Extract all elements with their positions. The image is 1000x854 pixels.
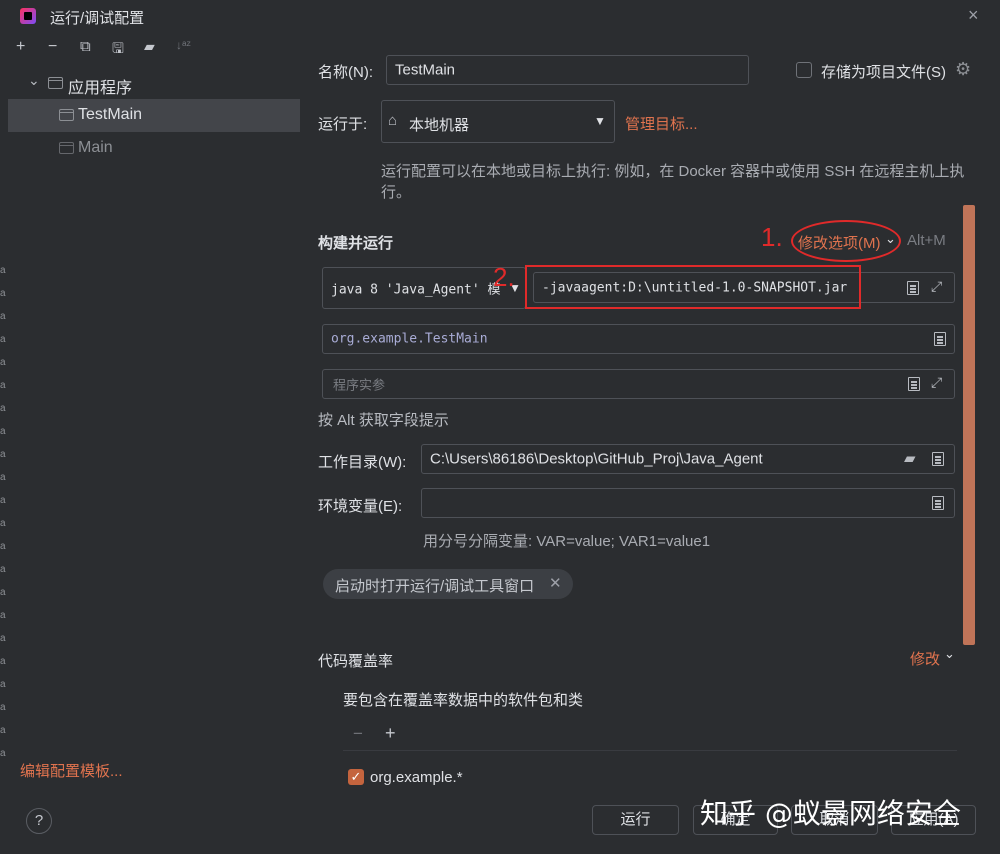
chevron-down-icon[interactable]: ⌄ (28, 72, 40, 89)
annotation-ellipse (791, 220, 901, 262)
edge-letter: a (0, 403, 6, 414)
copy-icon[interactable]: ⧉ (80, 38, 91, 55)
coverage-toolbar: − + (343, 718, 957, 751)
edge-letter: a (0, 564, 6, 575)
run-on-hint: 运行配置可以在本地或目标上执行: 例如，在 Docker 容器中或使用 SSH … (381, 163, 965, 201)
env-label: 环境变量(E): (318, 498, 403, 515)
edge-letter: a (0, 610, 6, 621)
name-field[interactable]: TestMain (386, 55, 749, 85)
coverage-subtitle: 要包含在覆盖率数据中的软件包和类 (343, 692, 584, 709)
run-config-icon (59, 142, 74, 154)
chip-label: 启动时打开运行/调试工具窗口 (335, 578, 535, 595)
home-icon: ⌂ (388, 112, 398, 129)
env-field[interactable] (421, 488, 955, 518)
document-icon[interactable] (907, 281, 919, 295)
remove-icon[interactable]: − (353, 724, 363, 744)
document-icon[interactable] (908, 377, 920, 391)
run-config-icon (59, 109, 74, 121)
edge-letter: a (0, 702, 6, 713)
alt-hint: 按 Alt 获取字段提示 (318, 412, 449, 429)
intellij-logo-icon (20, 8, 36, 24)
workdir-value: C:\Users\86186\Desktop\GitHub_Proj\Java_… (430, 450, 763, 468)
tree-item-label: TestMain (78, 106, 143, 123)
document-icon[interactable] (934, 332, 946, 346)
save-icon[interactable]: 🖫 (112, 38, 124, 62)
help-button[interactable]: ? (26, 808, 52, 834)
main-class-value: org.example.TestMain (331, 331, 488, 347)
coverage-modify-link[interactable]: 修改 (910, 648, 940, 669)
title-bar: 运行/调试配置 × (0, 0, 1000, 34)
expand-icon[interactable]: ⤢ (931, 374, 942, 391)
window-title: 运行/调试配置 (50, 10, 145, 27)
edge-letter: a (0, 311, 6, 322)
store-as-project-label: 存储为项目文件(S) (821, 64, 946, 81)
folder-icon[interactable]: ▰ (144, 38, 155, 55)
program-args-placeholder: 程序实参 (333, 378, 386, 394)
store-as-project-checkbox[interactable] (796, 62, 812, 78)
coverage-item-label: org.example.* (370, 769, 463, 786)
edge-letter: a (0, 541, 6, 552)
watermark: 知乎 @蚁景网络安全 (700, 797, 961, 830)
main-class-field[interactable]: org.example.TestMain (322, 324, 955, 354)
expand-icon[interactable]: ⤢ (931, 278, 942, 295)
name-label: 名称(N): (318, 64, 373, 81)
edge-letter: a (0, 288, 6, 299)
edge-letter: a (0, 679, 6, 690)
add-icon[interactable]: + (16, 38, 25, 56)
run-button[interactable]: 运行 (592, 805, 679, 835)
document-icon[interactable] (932, 452, 944, 466)
remove-chip-icon[interactable]: ✕ (549, 574, 562, 592)
edge-letter: a (0, 380, 6, 391)
gear-icon[interactable]: ⚙ (955, 59, 971, 80)
workdir-label: 工作目录(W): (318, 454, 407, 471)
modify-options-shortcut: Alt+M (907, 232, 946, 249)
build-run-heading: 构建并运行 (318, 235, 394, 252)
name-field-value: TestMain (395, 61, 456, 79)
coverage-heading: 代码覆盖率 (318, 653, 394, 670)
application-icon (48, 77, 63, 89)
edge-letter: a (0, 725, 6, 736)
run-on-value: 本地机器 (409, 117, 470, 134)
add-icon[interactable]: + (385, 723, 396, 744)
tree-item-label: Main (78, 139, 113, 156)
edge-letter: a (0, 518, 6, 529)
workdir-field[interactable]: C:\Users\86186\Desktop\GitHub_Proj\Java_… (421, 444, 955, 474)
edge-letter: a (0, 495, 6, 506)
tree-group-label: 应用程序 (68, 80, 133, 97)
annotation-number-one: 1. (761, 222, 783, 252)
edge-letter: a (0, 587, 6, 598)
tree-item-main[interactable]: Main (8, 132, 300, 165)
annotation-rectangle (525, 265, 861, 309)
run-on-select[interactable]: ⌂ 本地机器 ▼ (381, 100, 615, 143)
edge-letter: a (0, 265, 6, 276)
coverage-item-checkbox[interactable]: ✓ (348, 769, 364, 785)
edge-letter: a (0, 357, 6, 368)
scrollbar[interactable] (963, 205, 975, 645)
edit-templates-link[interactable]: 编辑配置模板... (20, 760, 123, 781)
edge-letter: a (0, 748, 6, 759)
env-hint: 用分号分隔变量: VAR=value; VAR1=value1 (423, 533, 711, 550)
folder-icon[interactable]: ▰ (904, 449, 916, 467)
close-icon[interactable]: × (968, 5, 979, 26)
program-args-field[interactable]: 程序实参 ⤢ (322, 369, 955, 399)
tree-item-testmain[interactable]: TestMain (8, 99, 300, 132)
edge-letter: a (0, 472, 6, 483)
sort-icon[interactable]: ↓ᵃᶻ (176, 38, 191, 52)
document-icon[interactable] (932, 496, 944, 510)
run-on-label: 运行于: (318, 116, 368, 133)
edge-letter: a (0, 426, 6, 437)
open-tool-window-chip: 启动时打开运行/调试工具窗口 ✕ (323, 569, 573, 599)
annotation-number-two: 2. (493, 262, 515, 292)
edge-letter: a (0, 656, 6, 667)
edge-letter: a (0, 449, 6, 460)
jdk-value: java 8 'Java_Agent' 模块 (331, 282, 501, 298)
chevron-down-icon: ⌄ (944, 646, 955, 661)
manage-targets-link[interactable]: 管理目标... (625, 113, 698, 134)
remove-icon[interactable]: − (48, 38, 57, 56)
dropdown-arrow-icon: ▼ (594, 114, 606, 128)
edge-letter: a (0, 334, 6, 345)
edge-letter: a (0, 633, 6, 644)
